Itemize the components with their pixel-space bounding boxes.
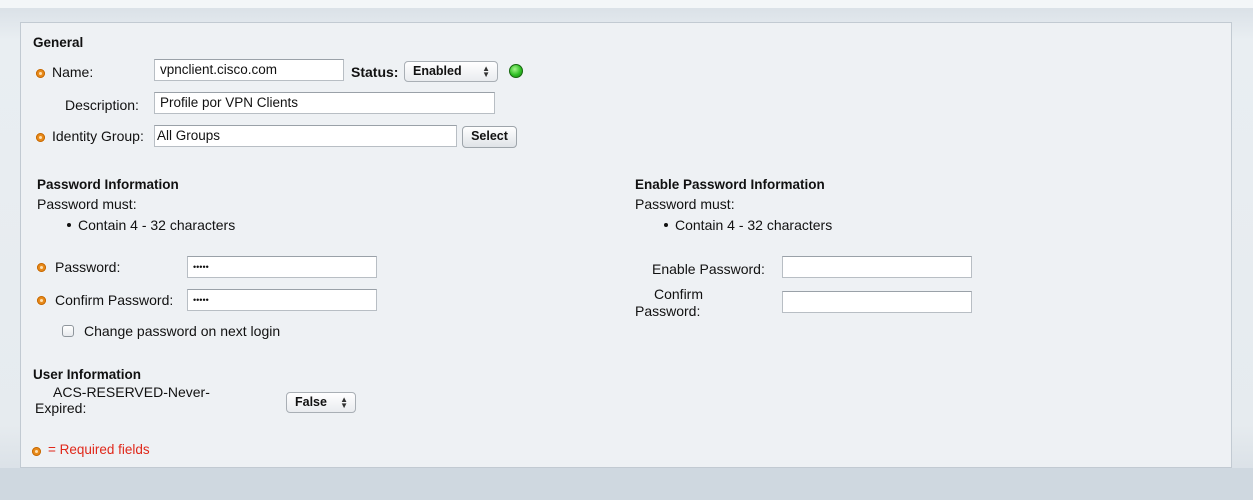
status-enabled-icon	[509, 64, 523, 78]
select-arrows-icon: ▲ ▼	[482, 64, 490, 79]
password-must-label: Password must:	[37, 196, 137, 212]
status-select[interactable]: Enabled ▲ ▼	[404, 61, 498, 82]
identity-group-input[interactable]: All Groups	[154, 125, 457, 147]
password-label: Password:	[55, 259, 121, 275]
general-section-title: General	[33, 35, 84, 50]
acs-attr-label-line2: Expired:	[35, 400, 87, 416]
required-icon	[37, 263, 46, 272]
confirm-password-label: Confirm Password:	[55, 292, 174, 308]
change-password-label: Change password on next login	[84, 323, 281, 339]
description-label: Description:	[65, 97, 139, 113]
required-icon	[36, 133, 45, 142]
required-icon	[37, 296, 46, 305]
status-select-value: Enabled	[413, 64, 462, 78]
required-icon	[36, 69, 45, 78]
select-arrows-icon: ▲ ▼	[340, 395, 348, 410]
bottom-band	[0, 468, 1253, 500]
change-password-checkbox[interactable]	[62, 325, 74, 337]
confirm-password-input[interactable]: •••••	[187, 289, 377, 311]
acs-attr-label-line1: ACS-RESERVED-Never-	[53, 384, 210, 400]
password-info-title: Password Information	[37, 177, 179, 192]
select-group-button[interactable]: Select	[462, 126, 517, 148]
acs-attr-select-value: False	[295, 395, 327, 409]
bullet-icon	[67, 223, 71, 227]
description-input[interactable]: Profile por VPN Clients	[154, 92, 495, 114]
enable-password-label: Enable Password:	[652, 261, 765, 277]
name-label: Name:	[52, 64, 94, 80]
status-label: Status:	[351, 64, 399, 80]
required-fields-note: = Required fields	[48, 442, 150, 457]
user-info-title: User Information	[33, 367, 142, 382]
enable-confirm-password-input[interactable]	[782, 291, 972, 313]
password-rule: Contain 4 - 32 characters	[78, 217, 236, 233]
required-icon	[32, 447, 41, 456]
enable-password-input[interactable]	[782, 256, 972, 278]
enable-password-must-label: Password must:	[635, 196, 735, 212]
acs-attr-select[interactable]: False ▲ ▼	[286, 392, 356, 413]
enable-password-rule: Contain 4 - 32 characters	[675, 217, 833, 233]
top-band	[0, 0, 1253, 8]
identity-group-label: Identity Group:	[52, 128, 144, 144]
enable-confirm-label-line2: Password:	[635, 303, 701, 319]
password-input[interactable]: •••••	[187, 256, 377, 278]
enable-password-info-title: Enable Password Information	[635, 177, 825, 192]
name-input[interactable]: vpnclient.cisco.com	[154, 59, 344, 81]
bullet-icon	[664, 223, 668, 227]
user-form-panel: General Name: vpnclient.cisco.com Status…	[20, 22, 1232, 468]
enable-confirm-label-line1: Confirm	[654, 286, 704, 302]
